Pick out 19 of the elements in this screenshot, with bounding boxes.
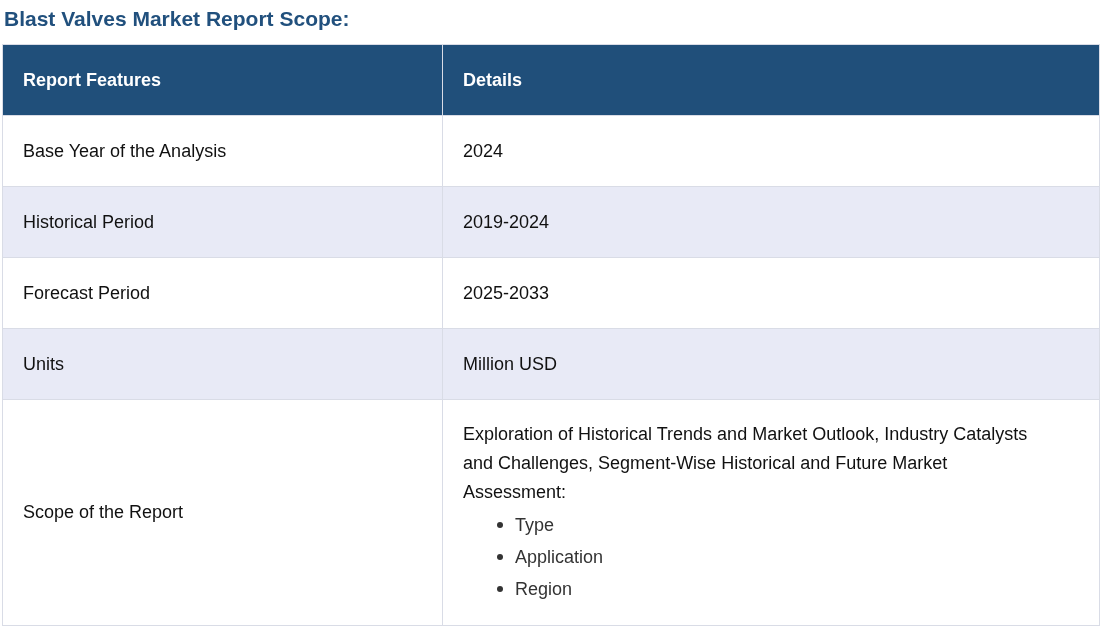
list-item: Type xyxy=(515,514,555,536)
list-item: Application xyxy=(515,546,604,568)
table-cell: Units xyxy=(2,328,443,400)
bullet-icon xyxy=(497,586,503,592)
bullet-icon xyxy=(497,522,503,528)
table-cell: Base Year of the Analysis xyxy=(2,115,443,187)
table-cell: 2024 xyxy=(442,115,1100,187)
table-cell: 2019-2024 xyxy=(442,186,1100,258)
table-cell: Million USD xyxy=(442,328,1100,400)
column-header: Report Features xyxy=(2,44,443,116)
table-cell: Scope of the Report xyxy=(2,399,443,626)
table-cell: 2025-2033 xyxy=(442,257,1100,329)
bullet-icon xyxy=(497,554,503,560)
table-cell: Historical Period xyxy=(2,186,443,258)
table-cell: Forecast Period xyxy=(2,257,443,329)
section-title: Blast Valves Market Report Scope: xyxy=(3,6,351,32)
cell-paragraph: Exploration of Historical Trends and Market Outlook, Industry Catalysts and Challenges, Segment-Wise Historical and Future Market Assessment: xyxy=(463,423,1029,504)
column-header: Details xyxy=(442,44,1100,116)
list-item: Region xyxy=(515,578,573,600)
